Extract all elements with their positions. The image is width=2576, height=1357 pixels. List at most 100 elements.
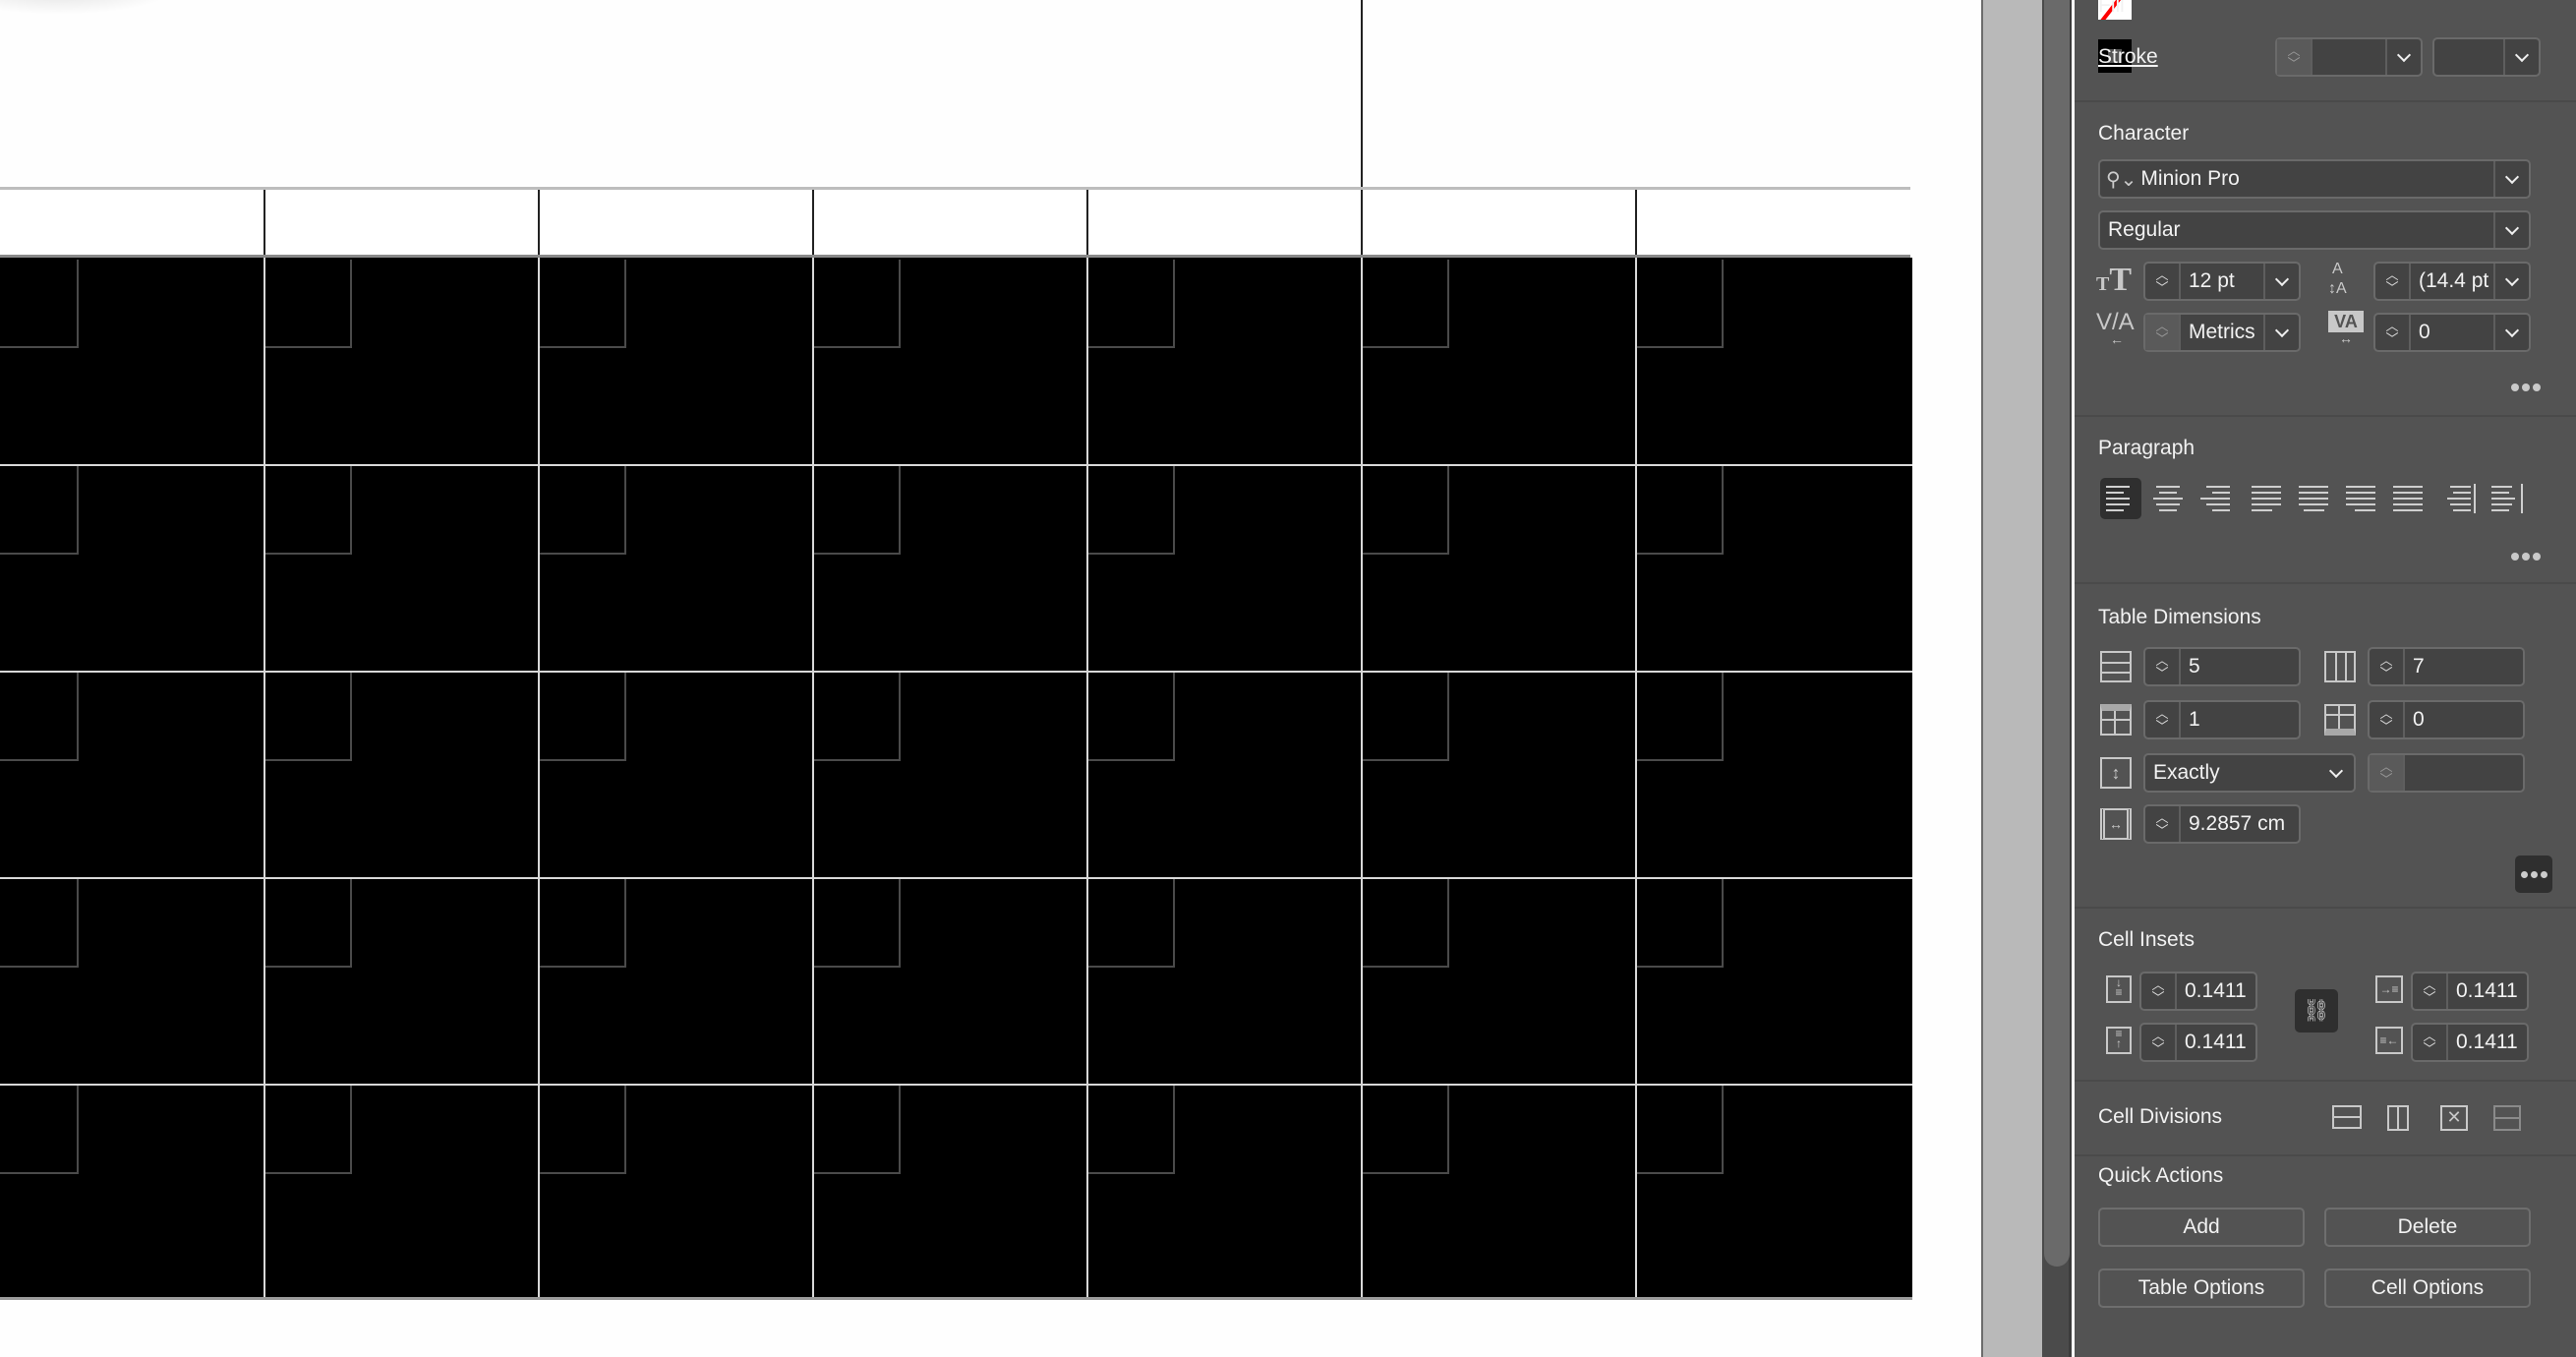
chevron-down-icon[interactable] (2263, 264, 2299, 299)
footer-rows-field[interactable]: ︿ ﹀ 0 (2368, 700, 2525, 739)
chevron-down-icon[interactable] (2318, 755, 2354, 791)
top-inset-stepper[interactable]: ︿ ﹀ (2141, 974, 2177, 1009)
kerning-value[interactable]: Metrics (2181, 321, 2263, 344)
link-insets-button[interactable]: ⛓ (2295, 989, 2338, 1032)
table-cell-text-frame[interactable] (1363, 260, 1449, 348)
table-cell-text-frame[interactable] (1637, 879, 1724, 968)
table-cell-text-frame[interactable] (814, 260, 901, 348)
table-cell-text-frame[interactable] (265, 673, 352, 761)
column-width-value[interactable]: 9.2857 cm (2181, 812, 2299, 836)
tracking-stepper[interactable]: ︿ ﹀ (2375, 315, 2411, 350)
right-inset-stepper[interactable]: ︿ ﹀ (2413, 1025, 2448, 1060)
table-cell-text-frame[interactable] (1637, 260, 1724, 348)
row-height-mode-value[interactable]: Exactly (2145, 761, 2318, 785)
justify-all-button[interactable] (2387, 478, 2429, 519)
header-cell[interactable] (812, 190, 814, 255)
columns-field[interactable]: ︿ ﹀ 7 (2368, 647, 2525, 686)
table-body[interactable] (0, 258, 1912, 1300)
table-cell-text-frame[interactable] (540, 466, 626, 555)
split-cell-horizontally-icon[interactable] (2332, 1105, 2362, 1129)
header-cell[interactable] (1361, 190, 1363, 255)
table-cell-text-frame[interactable] (540, 1086, 626, 1174)
table-cell-text-frame[interactable] (0, 260, 79, 348)
header-rows-value[interactable]: 1 (2181, 708, 2299, 732)
stroke-label[interactable]: Stroke (2098, 45, 2158, 69)
table-cell-text-frame[interactable] (540, 673, 626, 761)
align-center-button[interactable] (2147, 478, 2189, 519)
columns-stepper[interactable]: ︿ ﹀ (2370, 649, 2405, 684)
stroke-weight-field[interactable]: ︿ ﹀ (2275, 37, 2423, 77)
row-height-stepper[interactable]: ︿ ﹀ (2370, 755, 2405, 791)
table-cell-text-frame[interactable] (1088, 879, 1175, 968)
kerning-stepper[interactable]: ︿ ﹀ (2145, 315, 2181, 350)
leading-field[interactable]: ︿ ﹀ (14.4 pt (2373, 262, 2531, 301)
character-more-button[interactable] (2511, 384, 2541, 391)
font-style-dropdown[interactable]: Regular (2098, 210, 2531, 250)
table-cell-text-frame[interactable] (1088, 673, 1175, 761)
table-cell-text-frame[interactable] (1363, 879, 1449, 968)
table-cell-text-frame[interactable] (814, 1086, 901, 1174)
table-cell-text-frame[interactable] (1363, 673, 1449, 761)
cell-options-button[interactable]: Cell Options (2324, 1268, 2531, 1308)
table-cell-text-frame[interactable] (1637, 673, 1724, 761)
tracking-field[interactable]: ︿ ﹀ 0 (2373, 313, 2531, 352)
chevron-down-icon[interactable] (2493, 315, 2529, 350)
right-inset-field[interactable]: ︿ ﹀ 0.1411 (2411, 1023, 2529, 1062)
table-cell-text-frame[interactable] (265, 1086, 352, 1174)
table-header-row[interactable] (0, 187, 1910, 258)
rows-stepper[interactable]: ︿ ﹀ (2145, 649, 2181, 684)
font-family-dropdown[interactable]: ⚲⌄ Minion Pro (2098, 159, 2531, 199)
header-cell[interactable] (538, 190, 540, 255)
table-options-button[interactable]: Table Options (2098, 1268, 2305, 1308)
fill-label[interactable]: Fill (2098, 0, 2125, 18)
header-cell[interactable] (1635, 190, 1637, 255)
chevron-down-icon[interactable] (2503, 39, 2539, 75)
table-cell-text-frame[interactable] (265, 879, 352, 968)
unmerge-cells-icon[interactable] (2493, 1105, 2521, 1131)
table-cell-text-frame[interactable] (1363, 1086, 1449, 1174)
row-height-field[interactable]: ︿ ﹀ (2368, 753, 2525, 793)
top-inset-value[interactable]: 0.1411 (2177, 979, 2255, 1003)
align-right-button[interactable] (2195, 478, 2236, 519)
bottom-inset-field[interactable]: ︿ ﹀ 0.1411 (2139, 1023, 2257, 1062)
chevron-down-icon[interactable] (2385, 39, 2421, 75)
column-width-field[interactable]: ︿ ﹀ 9.2857 cm (2143, 804, 2301, 844)
table-cell-text-frame[interactable] (814, 673, 901, 761)
align-towards-spine-button[interactable] (2438, 478, 2480, 519)
rows-field[interactable]: ︿ ﹀ 5 (2143, 647, 2301, 686)
leading-value[interactable]: (14.4 pt (2411, 269, 2493, 293)
table-dimensions-more-button[interactable] (2515, 856, 2552, 893)
leading-stepper[interactable]: ︿ ﹀ (2375, 264, 2411, 299)
align-away-from-spine-button[interactable] (2486, 478, 2527, 519)
add-button[interactable]: Add (2098, 1208, 2305, 1247)
table-cell-text-frame[interactable] (0, 1086, 79, 1174)
chevron-down-icon[interactable] (2263, 315, 2299, 350)
table-cell-text-frame[interactable] (1363, 466, 1449, 555)
header-rows-stepper[interactable]: ︿ ﹀ (2145, 702, 2181, 738)
chevron-down-icon[interactable] (2493, 161, 2529, 197)
chevron-down-icon[interactable] (2493, 264, 2529, 299)
header-cell[interactable] (263, 190, 265, 255)
header-cell[interactable] (1086, 190, 1088, 255)
table-cell-text-frame[interactable] (265, 260, 352, 348)
stroke-type-dropdown[interactable] (2432, 37, 2541, 77)
table-cell-text-frame[interactable] (1088, 466, 1175, 555)
left-inset-field[interactable]: ︿ ﹀ 0.1411 (2411, 972, 2529, 1011)
font-size-value[interactable]: 12 pt (2181, 269, 2263, 293)
table-cell-text-frame[interactable] (265, 466, 352, 555)
table-cell-text-frame[interactable] (814, 466, 901, 555)
merge-cells-icon[interactable]: ✕ (2440, 1105, 2468, 1131)
scrollbar-thumb[interactable] (2044, 0, 2070, 1267)
tracking-value[interactable]: 0 (2411, 321, 2493, 344)
font-style-value[interactable]: Regular (2100, 218, 2493, 242)
bottom-inset-stepper[interactable]: ︿ ﹀ (2141, 1025, 2177, 1060)
font-size-stepper[interactable]: ︿ ﹀ (2145, 264, 2181, 299)
table-cell-text-frame[interactable] (1088, 260, 1175, 348)
align-left-button[interactable] (2100, 478, 2141, 519)
kerning-field[interactable]: ︿ ﹀ Metrics (2143, 313, 2301, 352)
table-cell-text-frame[interactable] (0, 879, 79, 968)
left-inset-stepper[interactable]: ︿ ﹀ (2413, 974, 2448, 1009)
chevron-down-icon[interactable] (2493, 212, 2529, 248)
justify-center-button[interactable] (2293, 478, 2334, 519)
columns-value[interactable]: 7 (2405, 655, 2523, 678)
